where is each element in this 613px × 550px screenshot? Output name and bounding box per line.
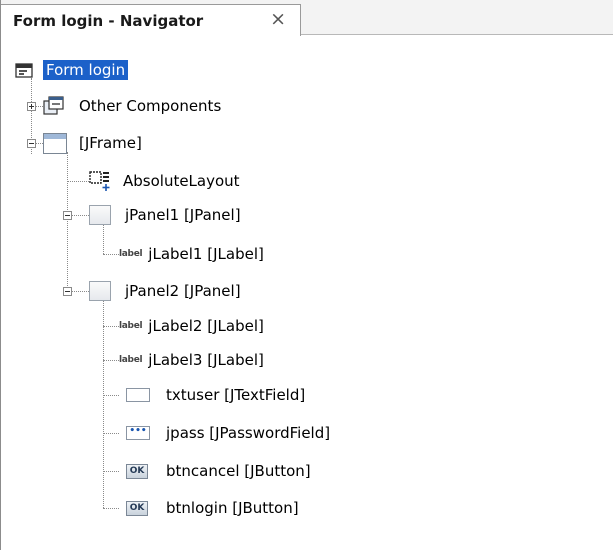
tree-node-label: jPanel2 [JPanel]: [125, 282, 241, 300]
tree-node-other-components[interactable]: Other Components: [43, 92, 221, 120]
tree-node-label: Form login: [43, 60, 129, 80]
tree-node-label: jLabel2 [JLabel]: [148, 317, 264, 335]
tree-node-label: btnlogin [JButton]: [166, 499, 299, 517]
tree-node-label: Other Components: [79, 97, 222, 115]
tree-node-jlabel1[interactable]: label jLabel1 [JLabel]: [119, 240, 264, 268]
absolute-layout-icon: [89, 171, 110, 191]
components-icon: [43, 96, 64, 115]
tree-line: [103, 360, 119, 361]
tree-line: [103, 326, 119, 327]
tree-node-jlabel2[interactable]: label jLabel2 [JLabel]: [119, 312, 264, 340]
frame-icon: [43, 132, 67, 154]
tab-bar: Form login - Navigator ×: [1, 0, 613, 36]
password-field-icon: •••: [126, 426, 150, 440]
tree-node-label: jLabel1 [JLabel]: [148, 245, 264, 263]
tree-node-jpanel1[interactable]: jPanel1 [JPanel]: [89, 201, 241, 229]
tree-node-label: [JFrame]: [79, 134, 142, 152]
close-icon[interactable]: ×: [270, 8, 286, 30]
button-icon: OK: [126, 463, 148, 479]
tab-navigator[interactable]: Form login - Navigator ×: [1, 4, 301, 36]
tree-line: [103, 395, 119, 396]
tree-node-btncancel[interactable]: OK btncancel [JButton]: [126, 457, 311, 485]
tree-node-label: jpass [JPasswordField]: [166, 424, 331, 442]
tree-line: [103, 471, 119, 472]
tree-node-label: AbsoluteLayout: [123, 172, 240, 190]
panel-icon: [89, 205, 111, 225]
tree-node-label: jLabel3 [JLabel]: [148, 351, 264, 369]
label-icon: label: [119, 355, 143, 365]
panel-icon: [89, 281, 111, 301]
tab-title: Form login - Navigator: [13, 11, 204, 30]
navigator-panel: Form login - Navigator × Form login Othe…: [0, 0, 613, 550]
tree-node-txtuser[interactable]: txtuser [JTextField]: [126, 381, 305, 409]
button-icon: OK: [126, 500, 148, 516]
tree-node-label: jPanel1 [JPanel]: [125, 206, 241, 224]
tree-line: [103, 433, 119, 434]
tree-node-label: btncancel [JButton]: [166, 462, 311, 480]
tree-node-jlabel3[interactable]: label jLabel3 [JLabel]: [119, 346, 264, 374]
label-icon: label: [119, 249, 143, 259]
expand-toggle[interactable]: [27, 102, 36, 111]
component-tree: Form login Other Components [JFrame] Abs…: [1, 36, 613, 550]
tree-line: [67, 152, 68, 296]
tree-node-jpanel2[interactable]: jPanel2 [JPanel]: [89, 277, 241, 305]
tree-node-label: txtuser [JTextField]: [166, 386, 306, 404]
collapse-toggle[interactable]: [63, 287, 72, 296]
collapse-toggle[interactable]: [63, 211, 72, 220]
tree-line: [67, 181, 89, 182]
tree-node-jpass[interactable]: ••• jpass [JPasswordField]: [126, 419, 330, 447]
tree-node-absolute-layout[interactable]: AbsoluteLayout: [89, 167, 240, 195]
form-icon: [15, 63, 33, 78]
tree-node-form-login[interactable]: Form login: [15, 56, 129, 84]
text-field-icon: [126, 388, 150, 402]
tree-line: [103, 508, 119, 509]
tree-line: [103, 254, 119, 255]
collapse-toggle[interactable]: [27, 139, 36, 148]
tree-line: [103, 300, 104, 508]
tree-node-btnlogin[interactable]: OK btnlogin [JButton]: [126, 494, 299, 522]
label-icon: label: [119, 321, 143, 331]
tree-node-jframe[interactable]: [JFrame]: [43, 129, 142, 157]
